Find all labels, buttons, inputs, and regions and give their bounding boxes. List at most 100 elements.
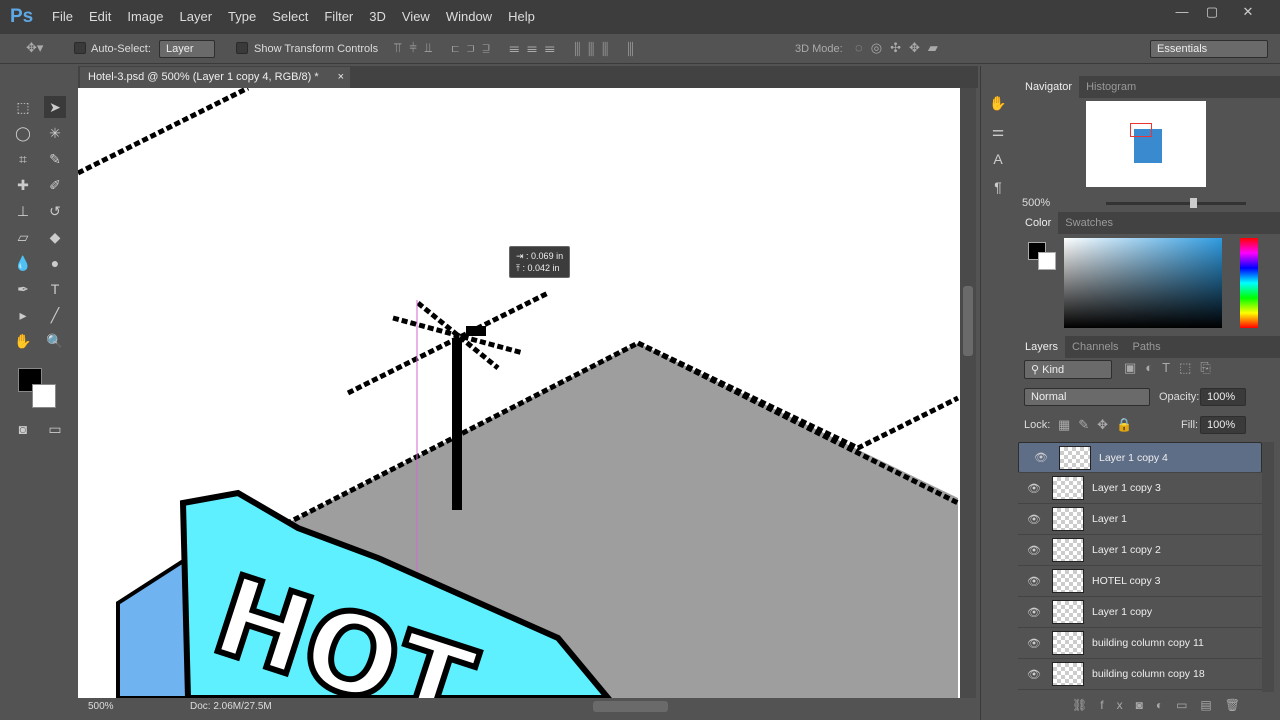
layer-row[interactable]: 👁 Layer 1 copy 2 (1018, 535, 1262, 566)
blur-tool-icon[interactable]: 💧 (12, 252, 34, 274)
doc-size[interactable]: Doc: 2.06M/27.5M (190, 701, 272, 712)
magic-wand-icon[interactable]: ✳ (44, 122, 66, 144)
menu-view[interactable]: View (394, 9, 438, 24)
marquee-tool-icon[interactable]: ⬚ (12, 96, 34, 118)
lock-label: Lock: (1024, 419, 1051, 431)
fill-label: Fill: (1181, 419, 1199, 431)
visibility-eye-icon[interactable]: 👁 (1018, 544, 1050, 557)
menu-file[interactable]: File (44, 9, 81, 24)
paint-bucket-icon[interactable]: ◆ (44, 226, 66, 248)
menu-layer[interactable]: Layer (172, 9, 221, 24)
tab-swatches[interactable]: Swatches (1058, 212, 1120, 234)
background-color-swatch[interactable] (32, 384, 56, 408)
right-panels: Navigator Histogram 500% Color Swatches … (1018, 66, 1280, 720)
hand-tool-icon[interactable]: ✋ (12, 330, 34, 352)
layer-filter-icons[interactable]: ▣◐T⬚⎘ (1124, 360, 1220, 376)
maximize-button[interactable]: ▢ (1202, 4, 1222, 19)
line-tool-icon[interactable]: ╱ (44, 304, 66, 326)
layer-row[interactable]: 👁 Layer 1 copy (1018, 597, 1262, 628)
tab-paths[interactable]: Paths (1126, 336, 1168, 358)
paragraph-panel-icon[interactable]: ¶ (987, 176, 1009, 198)
scroll-thumb[interactable] (963, 286, 973, 356)
character-panel-icon[interactable]: A (987, 148, 1009, 170)
visibility-eye-icon[interactable]: 👁 (1018, 637, 1050, 650)
visibility-eye-icon[interactable]: 👁 (1018, 575, 1050, 588)
visibility-eye-icon[interactable]: 👁 (1018, 606, 1050, 619)
layers-list: 👁 Layer 1 copy 4 👁 Layer 1 copy 3 👁 Layer 1… (1018, 442, 1262, 690)
layer-row[interactable]: 👁 Layer 1 (1018, 504, 1262, 535)
align-icons[interactable]: ⫪⫩⫫ ⊏⊐⊒ ☰☰☰ ⫼⫼⫼ ⫼ (394, 40, 642, 56)
stamp-tool-icon[interactable]: ⊥ (12, 200, 34, 222)
menu-select[interactable]: Select (264, 9, 316, 24)
minimize-button[interactable]: — (1172, 4, 1192, 19)
close-tab-icon[interactable]: × (338, 71, 344, 83)
3d-mode-icons[interactable]: ◌◎✣✥▰ (855, 40, 946, 56)
layer-row[interactable]: 👁 building column copy 18 (1018, 659, 1262, 690)
type-tool-icon[interactable]: T (44, 278, 66, 300)
layers-scrollbar[interactable] (1262, 442, 1274, 692)
tab-layers[interactable]: Layers (1018, 336, 1066, 358)
navigator-preview[interactable] (1086, 101, 1206, 187)
healing-brush-icon[interactable]: ✚ (12, 174, 34, 196)
menu-edit[interactable]: Edit (81, 9, 119, 24)
screen-mode-icon[interactable]: ▭ (44, 418, 66, 440)
visibility-eye-icon[interactable]: 👁 (1018, 668, 1050, 681)
quick-mask-icon[interactable]: ◙ (12, 418, 34, 440)
visibility-eye-icon[interactable]: 👁 (1018, 482, 1050, 495)
workspace-dropdown[interactable]: Essentials (1150, 40, 1268, 58)
menu-filter[interactable]: Filter (316, 9, 361, 24)
close-button[interactable]: ✕ (1238, 4, 1258, 19)
zoom-level[interactable]: 500% (88, 701, 114, 712)
pen-tool-icon[interactable]: ✒ (12, 278, 34, 300)
document-tab[interactable]: Hotel-3.psd @ 500% (Layer 1 copy 4, RGB/… (80, 67, 350, 88)
adjustments-icon[interactable]: ⚌ (987, 120, 1009, 142)
lock-icons[interactable]: ▦✎✥🔒 (1058, 417, 1140, 433)
zoom-tool-icon[interactable]: 🔍 (44, 330, 66, 352)
opacity-input[interactable]: 100% (1200, 388, 1246, 406)
menu-image[interactable]: Image (119, 9, 171, 24)
antenna-pole (452, 338, 462, 510)
show-transform-checkbox[interactable] (236, 42, 248, 55)
auto-select-checkbox[interactable] (74, 42, 86, 55)
tab-navigator[interactable]: Navigator (1018, 76, 1080, 98)
move-tool-icon[interactable]: ➤ (44, 96, 66, 118)
eyedropper-icon[interactable]: ✎ (44, 148, 66, 170)
fill-input[interactable]: 100% (1200, 416, 1246, 434)
layer-name: Layer 1 copy 2 (1092, 544, 1161, 556)
menu-3d[interactable]: 3D (361, 9, 394, 24)
layer-filter-dropdown[interactable]: ⚲ Kind (1024, 360, 1112, 379)
menu-window[interactable]: Window (438, 9, 500, 24)
tab-histogram[interactable]: Histogram (1079, 76, 1143, 98)
blend-mode-dropdown[interactable]: Normal (1024, 388, 1150, 406)
history-panel-icon[interactable]: ✋ (987, 92, 1009, 114)
layer-row[interactable]: 👁 HOTEL copy 3 (1018, 566, 1262, 597)
hue-slider[interactable] (1240, 238, 1258, 328)
path-select-icon[interactable]: ▸ (12, 304, 34, 326)
color-field[interactable] (1064, 238, 1222, 328)
vertical-scrollbar[interactable] (960, 88, 976, 698)
navigator-zoom-slider[interactable] (1106, 198, 1246, 208)
tab-channels[interactable]: Channels (1065, 336, 1125, 358)
dodge-tool-icon[interactable]: ● (44, 252, 66, 274)
history-brush-icon[interactable]: ↺ (44, 200, 66, 222)
layers-footer-icons[interactable]: ⛓fx◙◐▭▤🗑 (1072, 698, 1253, 712)
crop-tool-icon[interactable]: ⌗ (12, 148, 34, 170)
tab-color[interactable]: Color (1018, 212, 1059, 234)
navigator-zoom[interactable]: 500% (1022, 197, 1050, 209)
layer-row[interactable]: 👁 Layer 1 copy 3 (1018, 473, 1262, 504)
document-canvas[interactable]: HOT ⇥ : 0.069 in ⤒ : 0.042 in (78, 88, 960, 698)
layer-thumbnail (1052, 507, 1084, 531)
visibility-eye-icon[interactable]: 👁 (1025, 451, 1057, 464)
visibility-eye-icon[interactable]: 👁 (1018, 513, 1050, 526)
eraser-icon[interactable]: ▱ (12, 226, 34, 248)
move-tool-preset-icon[interactable]: ✥▾ (26, 40, 43, 56)
brush-tool-icon[interactable]: ✐ (44, 174, 66, 196)
menu-type[interactable]: Type (220, 9, 264, 24)
menu-help[interactable]: Help (500, 9, 543, 24)
layer-row[interactable]: 👁 building column copy 11 (1018, 628, 1262, 659)
color-background[interactable] (1038, 252, 1056, 270)
layer-row[interactable]: 👁 Layer 1 copy 4 (1018, 442, 1262, 473)
lasso-tool-icon[interactable]: ◯ (12, 122, 34, 144)
auto-select-dropdown[interactable]: Layer (159, 40, 215, 58)
horizontal-scroll-thumb[interactable] (593, 701, 668, 712)
